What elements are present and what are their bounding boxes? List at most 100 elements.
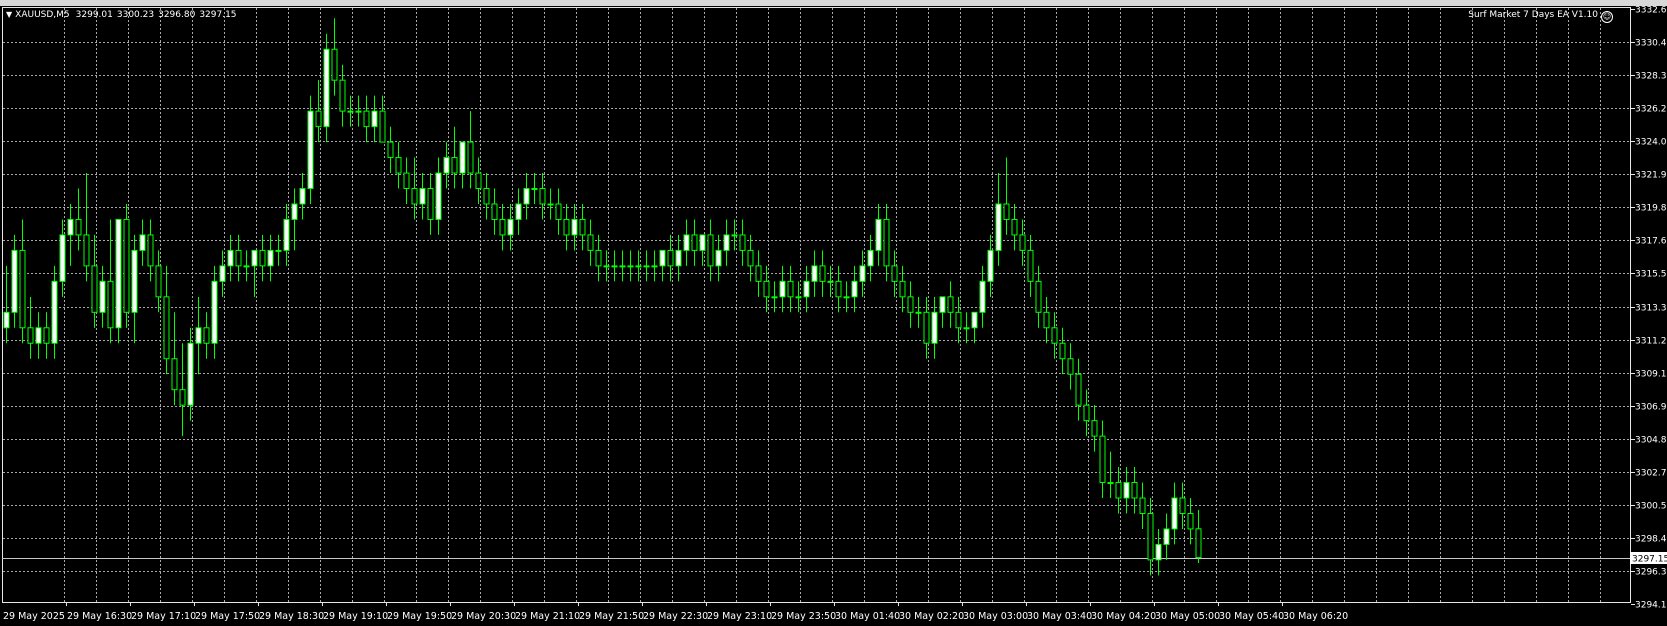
candle-body [147, 234, 154, 267]
candle-body [795, 296, 802, 299]
candle-body [547, 203, 554, 206]
candle [171, 312, 178, 406]
time-label: 29 May 19:10 [323, 611, 388, 622]
candle [11, 234, 18, 328]
candle-body [803, 280, 810, 298]
price-chart[interactable]: 3332.60 3330.45 3328.30 3326.20 3324.05 3321.… [0, 0, 1667, 626]
candle-body [979, 280, 986, 313]
candle-body [843, 296, 850, 299]
candle [403, 157, 410, 204]
candle [459, 141, 466, 189]
candle-body [947, 296, 954, 313]
candle-body [1195, 528, 1202, 559]
candle [235, 234, 242, 282]
price-label: 3298.45 [1635, 535, 1667, 545]
chart-window[interactable]: 3332.60 3330.45 3328.30 3326.20 3324.05 3321.… [0, 0, 1667, 626]
candle-body [891, 265, 898, 282]
candle-body [811, 265, 818, 282]
candle-body [587, 234, 594, 251]
time-label: 29 May 23:10 [707, 611, 772, 622]
candle [907, 281, 914, 328]
candle [299, 173, 306, 220]
time-label: 29 May 23:50 [771, 611, 836, 622]
candle-body [435, 172, 442, 220]
candle-body [635, 265, 642, 268]
candle-body [323, 48, 330, 128]
candle-body [883, 218, 890, 267]
candle [555, 188, 562, 235]
candle-body [531, 188, 538, 191]
candle-body [235, 249, 242, 267]
candle-body [11, 249, 18, 313]
candle [867, 234, 874, 282]
candle [427, 173, 434, 235]
candle [659, 249, 666, 282]
candle-body [827, 280, 834, 283]
expert-advisor-label[interactable]: Surf Market 7 Days EA V1.10 ☺ [1468, 10, 1613, 23]
candle-body [1139, 497, 1146, 514]
candle-body [1163, 528, 1170, 545]
expert-advisor-name: Surf Market 7 Days EA V1.10 [1468, 10, 1598, 20]
candle-body [475, 172, 482, 190]
candle-body [1067, 358, 1074, 375]
symbol-header: ▼ XAUUSD,M5 3299.01 3300.23 3296.80 3297.15 [6, 10, 241, 20]
candle [179, 343, 186, 437]
price-label: 3317.65 [1635, 237, 1667, 247]
candle-body [403, 172, 410, 190]
candle-body [507, 218, 514, 236]
candle [523, 173, 530, 220]
time-label: 30 May 02:20 [899, 611, 964, 622]
candle [883, 203, 890, 282]
price-label: 3319.80 [1635, 204, 1667, 214]
candlestick-series [3, 18, 1202, 576]
smiley-face-icon: ☺ [1601, 11, 1613, 23]
time-axis[interactable]: 29 May 2025 29 May 16:3029 May 17:1029 Ma… [3, 602, 1348, 622]
candle [579, 203, 586, 251]
candle-body [515, 203, 522, 220]
candle-body [499, 218, 506, 236]
candle-body [387, 141, 394, 159]
price-label: 3324.05 [1635, 138, 1667, 148]
candle [587, 219, 594, 266]
candle-body [75, 218, 82, 236]
low-value: 3296.80 [158, 10, 196, 20]
candle [195, 296, 202, 375]
candle-body [899, 280, 906, 298]
candle-body [203, 327, 210, 344]
candle [963, 312, 970, 344]
collapse-triangle-icon[interactable]: ▼ [6, 10, 12, 19]
time-label: 30 May 06:20 [1283, 611, 1348, 622]
candle-body [251, 249, 258, 267]
time-label: 30 May 05:00 [1155, 611, 1220, 622]
candle-body [867, 249, 874, 267]
candle-body [267, 249, 274, 267]
candle-body [35, 327, 42, 344]
candle-body [691, 234, 698, 251]
candle [1115, 467, 1122, 514]
price-label: 3332.60 [1635, 6, 1667, 16]
candle-body [627, 265, 634, 268]
candle [139, 219, 146, 266]
candle-body [747, 249, 754, 267]
candle [1019, 219, 1026, 266]
candle-body [907, 296, 914, 313]
price-label: 3296.30 [1635, 568, 1667, 578]
candle [323, 33, 330, 143]
candle-body [483, 188, 490, 205]
candle-body [171, 358, 178, 391]
candle [1123, 467, 1130, 514]
candle-body [91, 265, 98, 313]
candle-body [667, 249, 674, 267]
candle-body [1131, 482, 1138, 499]
candle [947, 281, 954, 328]
candle-body [27, 327, 34, 344]
price-axis[interactable]: 3332.60 3330.45 3328.30 3326.20 3324.05 3321.… [1631, 6, 1667, 611]
candle [467, 111, 474, 189]
candle-body [307, 110, 314, 190]
candle [83, 173, 90, 282]
candle-body [467, 141, 474, 174]
candle [755, 250, 762, 297]
time-label: 30 May 03:00 [963, 611, 1028, 622]
candle-body [1083, 404, 1090, 422]
candle-body [411, 188, 418, 205]
